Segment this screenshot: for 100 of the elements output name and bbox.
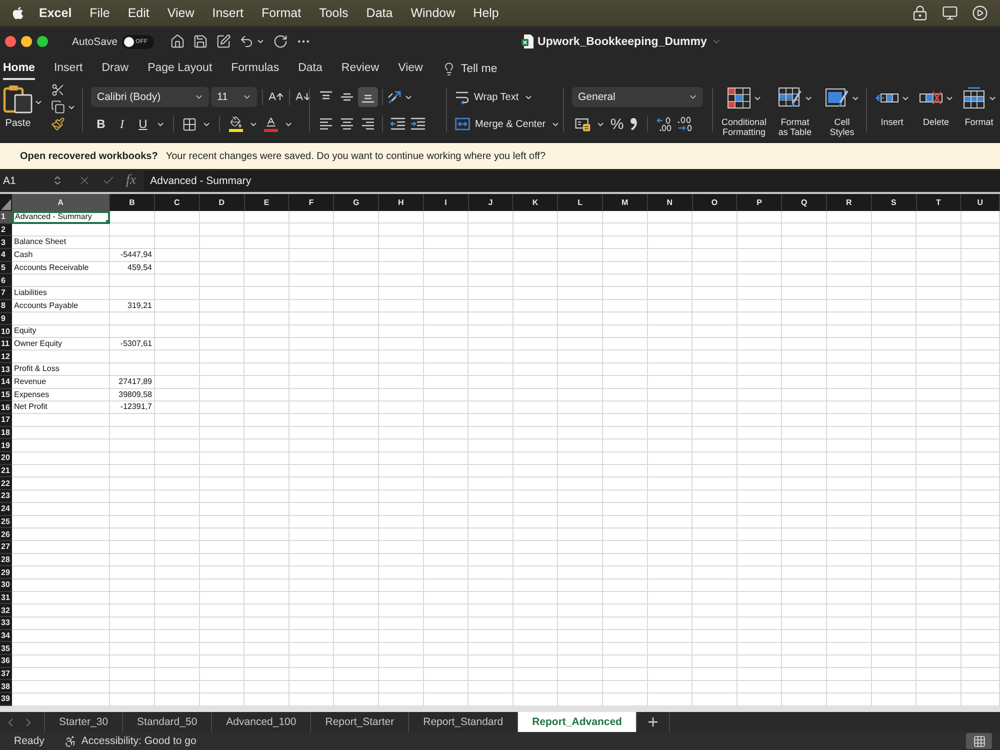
ribbon-tab[interactable]: View bbox=[398, 55, 423, 80]
row-header[interactable]: 15 bbox=[0, 388, 12, 402]
row-header[interactable]: 39 bbox=[0, 693, 12, 706]
apple-icon[interactable] bbox=[11, 6, 25, 20]
ribbon-tab[interactable]: Formulas bbox=[231, 55, 280, 80]
column-header[interactable]: I bbox=[424, 194, 469, 211]
column-header[interactable]: F bbox=[289, 194, 334, 211]
insert-function-button[interactable]: fx bbox=[126, 172, 136, 188]
normal-view-button[interactable] bbox=[966, 733, 992, 749]
row-header[interactable]: 8 bbox=[0, 300, 12, 312]
menu-item[interactable]: Insert bbox=[212, 6, 244, 20]
row-header[interactable]: 22 bbox=[0, 477, 12, 490]
app-menu[interactable]: Excel bbox=[39, 6, 72, 20]
ribbon-tab[interactable]: Data bbox=[298, 55, 322, 80]
row-header[interactable]: 4 bbox=[0, 249, 12, 262]
row-header[interactable]: 18 bbox=[0, 426, 12, 440]
row-header[interactable]: 26 bbox=[0, 528, 12, 541]
column-header[interactable]: E bbox=[244, 194, 290, 211]
row-header[interactable]: 6 bbox=[0, 274, 12, 288]
row-header[interactable]: 7 bbox=[0, 287, 12, 300]
merge-center-button[interactable]: Merge & Center bbox=[455, 117, 560, 131]
active-cell[interactable]: Advanced - Summary bbox=[12, 211, 110, 224]
column-header[interactable]: K bbox=[513, 194, 558, 211]
menu-item[interactable]: View bbox=[167, 6, 194, 20]
menu-item[interactable]: Format bbox=[262, 6, 302, 20]
select-all-icon[interactable] bbox=[0, 194, 12, 211]
percent-button[interactable]: % bbox=[610, 116, 624, 132]
italic-button[interactable]: I bbox=[114, 115, 130, 133]
row-header[interactable]: 14 bbox=[0, 376, 12, 389]
insert-button[interactable]: Insert bbox=[871, 85, 913, 142]
menu-item[interactable]: Help bbox=[473, 6, 499, 20]
font-name-dropdown[interactable]: Calibri (Body) bbox=[91, 87, 209, 107]
column-header[interactable]: C bbox=[155, 194, 200, 211]
paintbrush-icon[interactable] bbox=[51, 117, 65, 131]
indent-increase-icon[interactable] bbox=[410, 117, 426, 131]
ribbon-tab[interactable]: Home bbox=[3, 55, 35, 80]
row-header[interactable]: 27 bbox=[0, 540, 12, 554]
row-header[interactable]: 13 bbox=[0, 363, 12, 376]
row-header[interactable]: 30 bbox=[0, 578, 12, 592]
undo-icon[interactable] bbox=[238, 34, 254, 49]
row-header[interactable]: 24 bbox=[0, 502, 12, 516]
underline-button[interactable]: U bbox=[135, 115, 151, 133]
format-as-table-button[interactable]: Format as Table bbox=[773, 85, 817, 142]
row-header[interactable]: 21 bbox=[0, 464, 12, 478]
zoom-button[interactable] bbox=[37, 36, 48, 47]
ribbon-tab[interactable]: Insert bbox=[54, 55, 83, 80]
indent-decrease-icon[interactable] bbox=[390, 117, 406, 131]
row-header[interactable]: 20 bbox=[0, 452, 12, 465]
row-header[interactable]: 3 bbox=[0, 236, 12, 250]
row-header[interactable]: 10 bbox=[0, 325, 12, 338]
cell-styles-button[interactable]: Cell Styles bbox=[821, 85, 863, 142]
column-header[interactable]: S bbox=[872, 194, 917, 211]
tell-me-button[interactable]: Tell me bbox=[442, 55, 498, 80]
column-header[interactable]: B bbox=[110, 194, 155, 211]
row-header[interactable]: 38 bbox=[0, 680, 12, 694]
column-header[interactable]: D bbox=[200, 194, 245, 211]
row-header[interactable]: 33 bbox=[0, 617, 12, 630]
row-header[interactable]: 25 bbox=[0, 516, 12, 528]
sheet-tab[interactable]: Report_Advanced bbox=[518, 712, 637, 732]
format-button[interactable]: Format bbox=[959, 85, 999, 142]
row-header[interactable]: 9 bbox=[0, 312, 12, 326]
column-header[interactable]: M bbox=[602, 194, 648, 211]
row-header[interactable]: 28 bbox=[0, 554, 12, 566]
menu-item[interactable]: Tools bbox=[319, 6, 348, 20]
plus-icon[interactable] bbox=[646, 715, 660, 729]
column-header[interactable]: N bbox=[648, 194, 693, 211]
column-header[interactable]: U bbox=[961, 194, 1000, 211]
save-icon[interactable] bbox=[192, 34, 208, 49]
fill-color-icon[interactable] bbox=[228, 116, 244, 132]
lock-icon[interactable] bbox=[912, 5, 928, 21]
row-header[interactable]: 5 bbox=[0, 262, 12, 274]
minimize-button[interactable] bbox=[21, 36, 32, 47]
row-header[interactable]: 2 bbox=[0, 224, 12, 236]
cancel-icon[interactable] bbox=[78, 174, 91, 187]
row-header[interactable]: 23 bbox=[0, 490, 12, 503]
ribbon-tab[interactable]: Review bbox=[341, 55, 380, 80]
row-header[interactable]: 36 bbox=[0, 655, 12, 668]
align-bottom-button[interactable] bbox=[358, 87, 378, 107]
column-header[interactable]: A bbox=[12, 194, 110, 211]
ribbon-tab[interactable]: Draw bbox=[102, 55, 129, 80]
row-header[interactable]: 19 bbox=[0, 439, 12, 452]
menu-item[interactable]: Edit bbox=[128, 6, 150, 20]
number-format-dropdown[interactable]: General bbox=[572, 87, 703, 107]
wrap-text-button[interactable]: Wrap Text bbox=[455, 90, 533, 104]
banknote-coin-icon[interactable] bbox=[575, 116, 591, 132]
caret-icon[interactable] bbox=[34, 98, 43, 107]
caret-icon[interactable] bbox=[256, 37, 265, 46]
row-header[interactable]: 31 bbox=[0, 592, 12, 604]
paste-button[interactable]: Paste bbox=[3, 84, 33, 129]
align-right-icon[interactable] bbox=[359, 117, 375, 131]
column-header[interactable]: P bbox=[737, 194, 782, 211]
font-color-icon[interactable] bbox=[263, 116, 279, 132]
accessibility-icon[interactable] bbox=[64, 734, 78, 748]
borders-icon[interactable] bbox=[182, 116, 197, 132]
column-header[interactable]: L bbox=[558, 194, 603, 211]
formula-field[interactable]: Advanced - Summary bbox=[144, 170, 1000, 190]
row-header[interactable]: 37 bbox=[0, 668, 12, 680]
column-header[interactable]: O bbox=[692, 194, 738, 211]
row-header[interactable]: 12 bbox=[0, 350, 12, 364]
menu-item[interactable]: File bbox=[90, 6, 110, 20]
